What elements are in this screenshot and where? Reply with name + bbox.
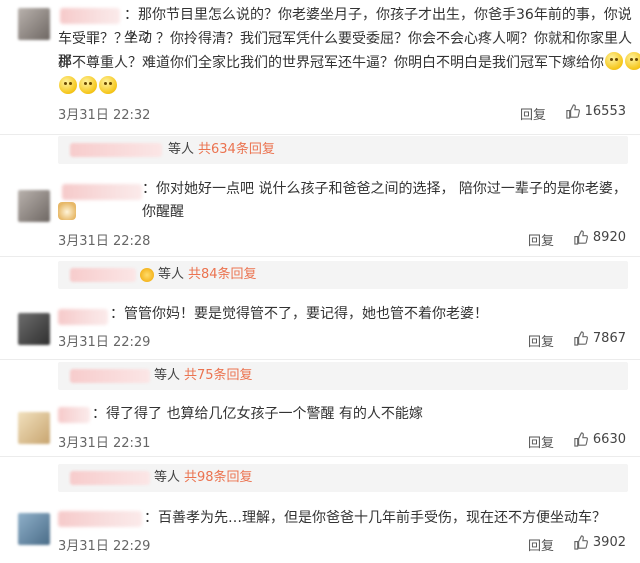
smiley-face-icon (99, 76, 117, 94)
avatar[interactable] (18, 412, 50, 444)
replier-names (70, 369, 150, 383)
username[interactable] (58, 511, 142, 527)
reply-button[interactable]: 回复 (528, 535, 554, 554)
comment-time: 3月31日 22:32 (58, 108, 151, 123)
like-count: 16553 (584, 104, 626, 119)
replier-names (70, 143, 162, 157)
comment-item: ：百善孝为先…理解，但是你爸爸十几年前手受伤，现在还不方便坐动车？ 3月31日 … (0, 505, 640, 563)
reply-thread[interactable]: 等人 共98条回复 (58, 464, 628, 492)
username[interactable] (62, 184, 142, 200)
emoji-row (58, 202, 76, 225)
reply-count-link[interactable]: 共634条回复 (198, 142, 275, 157)
reply-button[interactable]: 回复 (528, 432, 554, 451)
comment-text-line: 样不尊重人？难道你们全家比我们的世界冠军还牛逼？你明白不明白是我们冠军下嫁给你 (58, 52, 640, 75)
thumbs-up-icon (574, 535, 588, 550)
comment-text: ：你对她好一点吧 说什么孩子和爸爸之间的选择， 陪你过一辈子的是你老婆，你醒醒 (142, 181, 627, 220)
comment-item: ：你对她好一点吧 说什么孩子和爸爸之间的选择， 陪你过一辈子的是你老婆，你醒醒 … (0, 176, 640, 257)
avatar[interactable] (18, 8, 50, 40)
smiley-face-icon (605, 52, 623, 70)
smiley-face-icon (59, 76, 77, 94)
thumbs-up-icon (574, 230, 588, 245)
comment-time: 3月31日 22:31 (58, 436, 151, 451)
like-button[interactable]: 8920 (573, 230, 626, 245)
comment-item: ：得了得了 也算给几亿女孩子一个警醒 有的人不能嫁 3月31日 22:31 回复… (0, 400, 640, 457)
username[interactable] (58, 407, 90, 423)
comment-text: ：百善孝为先…理解，但是你爸爸十几年前手受伤，现在还不方便坐动车？ (144, 510, 606, 526)
reply-thread-label: 等人 共634条回复 (168, 142, 275, 157)
comment-time: 3月31日 22:29 (58, 335, 151, 350)
reply-thread[interactable]: 等人 共75条回复 (58, 362, 628, 390)
avatar[interactable] (18, 190, 50, 222)
like-count: 3902 (592, 535, 626, 550)
reply-button[interactable]: 回复 (520, 104, 546, 123)
comment-text: ：管管你妈！要是觉得管不了，要记得，她也管不着你老婆！ (110, 306, 488, 322)
reply-thread-label: 等人 共84条回复 (158, 267, 257, 282)
like-button[interactable]: 16553 (565, 104, 626, 119)
thumbs-up-icon (565, 104, 580, 119)
reply-button[interactable]: 回复 (528, 230, 554, 249)
username[interactable] (60, 8, 120, 24)
avatar[interactable] (18, 513, 50, 545)
crown-badge-icon (140, 268, 154, 282)
like-button[interactable]: 3902 (573, 535, 626, 550)
emoji-row (58, 76, 118, 99)
reply-thread[interactable]: 等人 共84条回复 (58, 261, 628, 289)
reply-count-link[interactable]: 共75条回复 (184, 368, 253, 383)
reply-button[interactable]: 回复 (528, 331, 554, 350)
reply-count-link[interactable]: 共84条回复 (188, 267, 257, 282)
like-button[interactable]: 6630 (573, 432, 626, 447)
reply-thread-label: 等人 共98条回复 (154, 470, 253, 485)
thumbs-up-icon (574, 331, 588, 346)
like-count: 7867 (592, 331, 626, 346)
thumbs-up-icon (574, 432, 588, 447)
reply-thread[interactable]: 等人 共634条回复 (58, 136, 628, 164)
comment-time: 3月31日 22:29 (58, 539, 151, 554)
replier-names (70, 471, 150, 485)
smiley-face-icon (625, 52, 640, 70)
doge-emoji-icon (58, 202, 76, 220)
like-count: 8920 (592, 230, 626, 245)
reply-count-link[interactable]: 共98条回复 (184, 470, 253, 485)
reply-thread-label: 等人 共75条回复 (154, 368, 253, 383)
comment-item: ：管管你妈！要是觉得管不了，要记得，她也管不着你老婆！ 3月31日 22:29 … (0, 301, 640, 360)
like-button[interactable]: 7867 (573, 331, 626, 346)
comment-text: ：得了得了 也算给几亿女孩子一个警醒 有的人不能嫁 (92, 406, 423, 422)
like-count: 6630 (592, 432, 626, 447)
avatar[interactable] (18, 313, 50, 345)
comment-item: ：那你节目里怎么说的？你老婆坐月子，你孩子才出生，你爸手36年前的事，你说坐动 … (0, 0, 640, 135)
username[interactable] (58, 309, 108, 325)
comment-time: 3月31日 22:28 (58, 234, 151, 249)
smiley-face-icon (79, 76, 97, 94)
replier-names (70, 268, 136, 282)
